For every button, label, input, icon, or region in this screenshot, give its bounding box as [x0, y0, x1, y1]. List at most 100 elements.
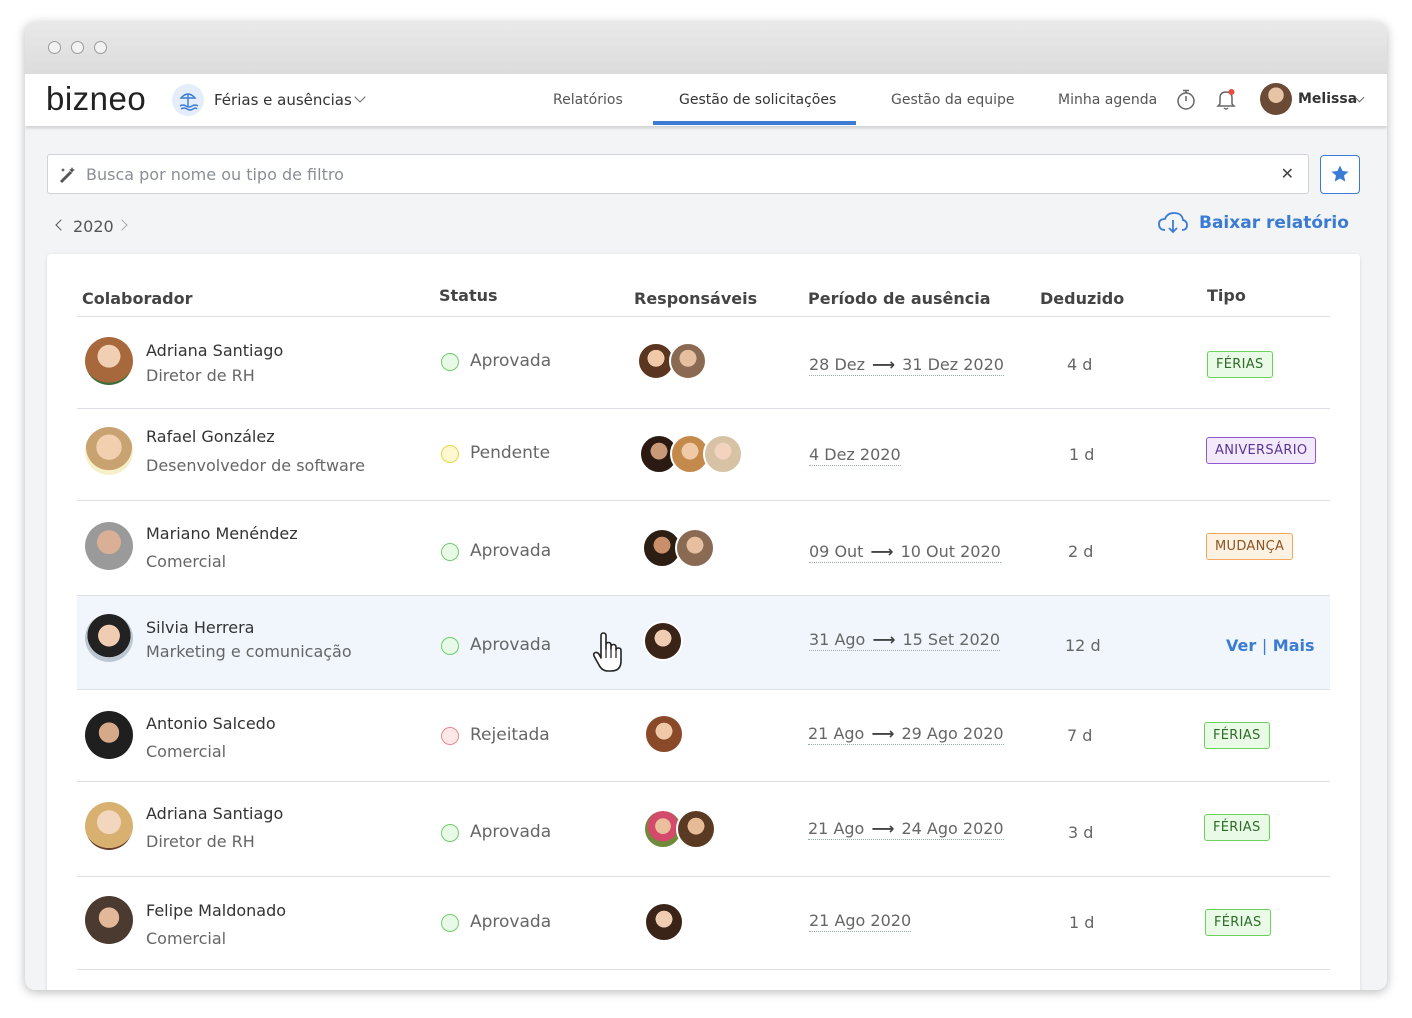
status-label: Aprovada	[470, 541, 552, 561]
avatar	[85, 802, 133, 850]
absence-period[interactable]: 28 Dez ⟶ 31 Dez 2020	[809, 355, 1004, 376]
arrow-right-icon: ⟶	[870, 542, 894, 561]
year-label: 2020	[73, 217, 114, 236]
search-placeholder: Busca por nome ou tipo de filtro	[86, 165, 344, 184]
browser-window: bizneo Férias e ausências Relatórios Ges…	[25, 22, 1387, 990]
type-tag: MUDANÇA	[1206, 533, 1294, 560]
deducted-days: 7 d	[1067, 726, 1093, 745]
deducted-days: 1 d	[1069, 913, 1095, 932]
avatar	[85, 614, 133, 662]
status-label: Rejeitada	[470, 725, 550, 745]
nav-link-gestao-equipe[interactable]: Gestão da equipe	[891, 92, 1015, 108]
chevron-down-icon[interactable]	[354, 91, 366, 103]
table-row[interactable]: Rafael González Desenvolvedor de softwar…	[77, 409, 1330, 500]
star-icon	[1330, 164, 1350, 188]
avatar	[85, 337, 133, 385]
avatar	[85, 522, 133, 570]
avatar[interactable]	[675, 528, 715, 568]
status-label: Aprovada	[470, 912, 552, 932]
table-row[interactable]: Adriana Santiago Diretor de RH Aprovada …	[77, 317, 1330, 408]
employee-role: Diretor de RH	[146, 366, 255, 385]
table-row[interactable]: Antonio Salcedo Comercial Rejeitada 21 A…	[77, 690, 1330, 781]
status-pending-icon	[441, 445, 459, 463]
absence-period[interactable]: 09 Out ⟶ 10 Out 2020	[809, 542, 1001, 563]
column-header-periodo[interactable]: Período de ausência	[808, 289, 991, 308]
employee-role: Marketing e comunicação	[146, 642, 352, 661]
row-divider	[77, 969, 1330, 970]
column-header-responsaveis[interactable]: Responsáveis	[634, 289, 757, 308]
deducted-days: 3 d	[1068, 823, 1094, 842]
hand-cursor-icon	[591, 632, 625, 678]
cloud-download-icon	[1157, 210, 1189, 240]
avatar[interactable]	[669, 342, 707, 380]
deducted-days: 12 d	[1065, 636, 1101, 655]
magic-wand-icon	[58, 165, 78, 189]
active-tab-indicator	[653, 121, 856, 125]
avatar	[85, 427, 133, 475]
column-header-tipo[interactable]: Tipo	[1207, 286, 1246, 305]
table-row[interactable]: Silvia Herrera Marketing e comunicação A…	[77, 596, 1330, 689]
employee-name: Mariano Menéndez	[146, 524, 298, 543]
timer-icon[interactable]	[1175, 88, 1197, 116]
status-label: Aprovada	[470, 351, 552, 371]
employee-name: Felipe Maldonado	[146, 901, 287, 920]
employee-name: Rafael González	[146, 427, 275, 446]
absence-period[interactable]: 21 Ago ⟶ 24 Ago 2020	[808, 819, 1004, 840]
bell-icon[interactable]	[1215, 87, 1237, 115]
beach-icon	[172, 84, 204, 116]
download-report-label: Baixar relatório	[1199, 213, 1349, 233]
user-avatar[interactable]	[1260, 83, 1292, 115]
bizneo-logo[interactable]: bizneo	[46, 80, 146, 118]
window-minimize-button[interactable]	[71, 41, 84, 54]
row-actions: Ver | Mais	[1226, 636, 1315, 655]
status-approved-icon	[441, 637, 459, 655]
clear-search-icon[interactable]: ✕	[1281, 164, 1294, 183]
user-name[interactable]: Melissa	[1298, 91, 1357, 107]
favorites-button[interactable]	[1320, 155, 1360, 194]
avatar[interactable]	[643, 621, 683, 661]
nav-link-relatorios[interactable]: Relatórios	[553, 92, 623, 108]
status-approved-icon	[441, 824, 459, 842]
window-close-button[interactable]	[48, 41, 61, 54]
chevron-right-icon[interactable]	[116, 219, 128, 231]
requests-table: Colaborador Status Responsáveis Período …	[47, 254, 1360, 990]
type-tag: ANIVERSÁRIO	[1206, 437, 1317, 464]
type-tag: FÉRIAS	[1204, 722, 1270, 749]
nav-link-gestao-solicitacoes[interactable]: Gestão de solicitações	[679, 92, 836, 108]
table-row[interactable]: Felipe Maldonado Comercial Aprovada 21 A…	[77, 877, 1330, 969]
type-tag: FÉRIAS	[1207, 351, 1273, 378]
avatar	[85, 711, 133, 759]
avatar[interactable]	[644, 902, 684, 942]
avatar[interactable]	[676, 809, 716, 849]
chevron-left-icon[interactable]	[55, 219, 67, 231]
window-titlebar	[25, 22, 1387, 74]
status-approved-icon	[441, 353, 459, 371]
column-header-colaborador[interactable]: Colaborador	[82, 289, 192, 308]
table-row[interactable]: Adriana Santiago Diretor de RH Aprovada …	[77, 782, 1330, 876]
avatar[interactable]	[644, 714, 684, 754]
column-header-status[interactable]: Status	[439, 286, 498, 305]
module-selector[interactable]: Férias e ausências	[214, 91, 352, 109]
status-rejected-icon	[441, 727, 459, 745]
absence-period[interactable]: 21 Ago ⟶ 29 Ago 2020	[808, 724, 1004, 745]
nav-link-minha-agenda[interactable]: Minha agenda	[1058, 92, 1157, 108]
status-approved-icon	[441, 543, 459, 561]
arrow-right-icon: ⟶	[871, 819, 895, 838]
status-label: Aprovada	[470, 822, 552, 842]
employee-role: Desenvolvedor de software	[146, 456, 365, 475]
search-input[interactable]: Busca por nome ou tipo de filtro ✕	[47, 154, 1309, 194]
avatar[interactable]	[703, 434, 743, 474]
table-row[interactable]: Mariano Menéndez Comercial Aprovada 09 O…	[77, 501, 1330, 595]
column-header-deduzido[interactable]: Deduzido	[1040, 289, 1124, 308]
more-link[interactable]: Mais	[1273, 636, 1315, 655]
arrow-right-icon: ⟶	[871, 724, 895, 743]
absence-period[interactable]: 31 Ago ⟶ 15 Set 2020	[809, 630, 1000, 651]
view-link[interactable]: Ver	[1226, 636, 1256, 655]
absence-period[interactable]: 21 Ago 2020	[809, 911, 912, 932]
employee-role: Comercial	[146, 929, 227, 948]
window-maximize-button[interactable]	[94, 41, 107, 54]
type-tag: FÉRIAS	[1205, 909, 1271, 936]
deducted-days: 1 d	[1069, 445, 1095, 464]
employee-name: Antonio Salcedo	[146, 714, 276, 733]
absence-period[interactable]: 4 Dez 2020	[809, 445, 901, 466]
